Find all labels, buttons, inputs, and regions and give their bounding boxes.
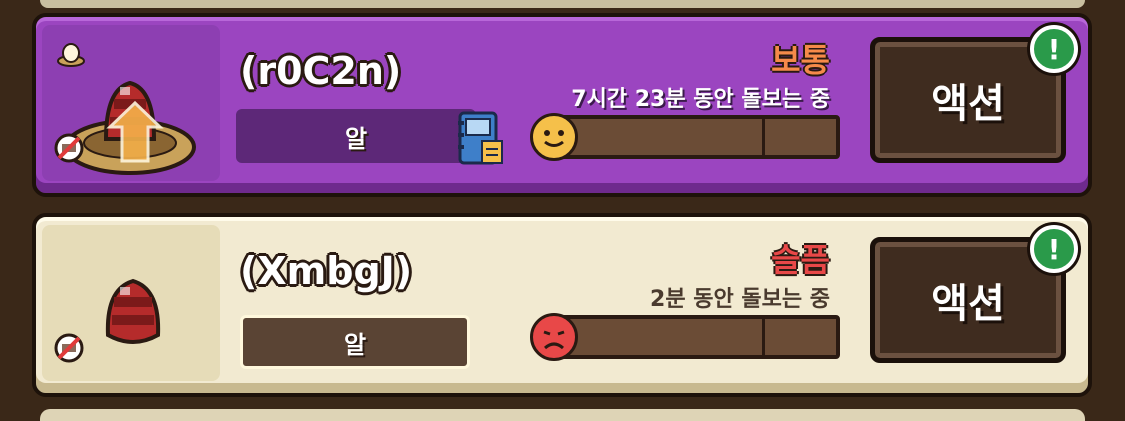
small-egg-icon <box>57 43 85 67</box>
care-duration: 7시간 23분 동안 돌보는 중 <box>571 87 830 112</box>
pet-portrait-panel <box>42 225 220 381</box>
book-icon[interactable] <box>456 111 504 167</box>
no-food-badge-icon <box>54 133 84 163</box>
pet-type-label: 알 <box>236 109 476 163</box>
mood-progress-bar <box>548 315 840 359</box>
no-food-badge-icon <box>54 333 84 363</box>
pet-card-2[interactable]: (XmbgJ) 알 슬픔 2분 동안 돌보는 중 액션 ! <box>32 213 1092 397</box>
previous-card-edge <box>40 0 1085 8</box>
alert-icon[interactable]: ! <box>1030 25 1078 73</box>
pet-portrait-panel <box>42 25 220 181</box>
mood-label: 슬픔 <box>771 241 830 279</box>
happy-face-icon <box>530 113 578 161</box>
pet-name: (XmbgJ) <box>240 249 413 293</box>
red-egg-icon <box>105 278 161 344</box>
mood-label: 보통 <box>771 41 830 79</box>
mood-progress-bar <box>548 115 840 159</box>
pet-name: (r0C2n) <box>240 49 402 93</box>
pet-card-1[interactable]: (r0C2n) 알 보통 7시간 23분 동안 돌보는 중 액션 ! <box>32 13 1092 197</box>
mood-progress-tick <box>762 119 765 155</box>
care-duration: 2분 동안 돌보는 중 <box>650 287 830 312</box>
mood-progress-tick <box>762 319 765 355</box>
alert-icon[interactable]: ! <box>1030 225 1078 273</box>
next-card-edge <box>40 409 1085 421</box>
pet-type-label: 알 <box>240 315 470 369</box>
sad-face-icon <box>530 313 578 361</box>
